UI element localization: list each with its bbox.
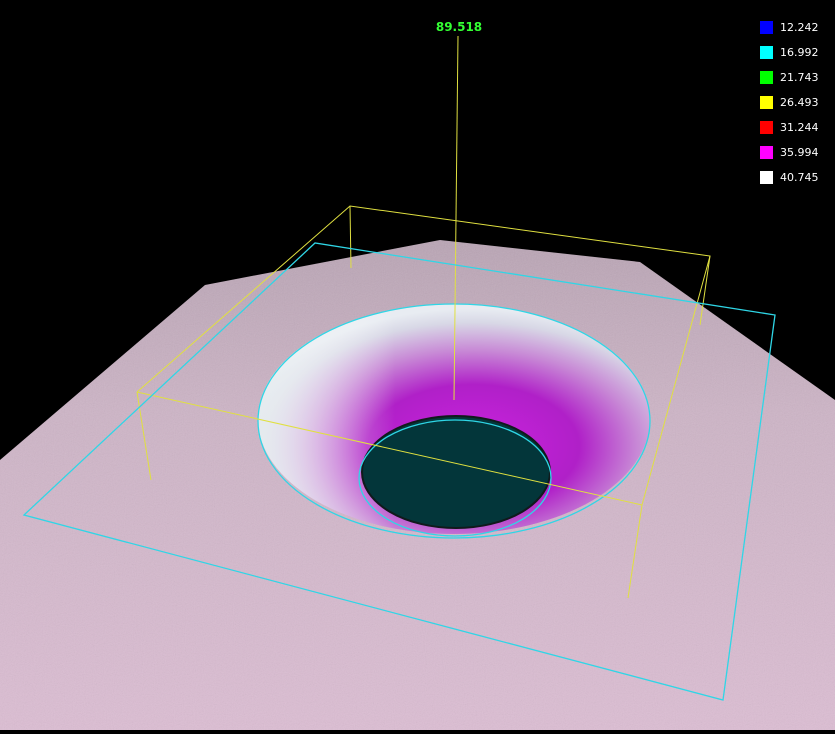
legend-label: 26.493 [780, 96, 819, 109]
legend-label: 16.992 [780, 46, 819, 59]
color-scale-legend: 12.242 16.992 21.743 26.493 31.244 35.99… [760, 20, 830, 195]
legend-swatch [760, 96, 773, 109]
legend-swatch [760, 21, 773, 34]
legend-item: 35.994 [760, 145, 830, 170]
legend-swatch [760, 71, 773, 84]
legend-item: 40.745 [760, 170, 830, 195]
3d-surface-viewport[interactable]: 89.518 12.242 16.992 21.743 26.493 31.24… [0, 0, 835, 730]
legend-swatch [760, 121, 773, 134]
legend-item: 16.992 [760, 45, 830, 70]
legend-item: 31.244 [760, 120, 830, 145]
legend-item: 26.493 [760, 95, 830, 120]
legend-item: 21.743 [760, 70, 830, 95]
legend-label: 21.743 [780, 71, 819, 84]
legend-item: 12.242 [760, 20, 830, 45]
legend-label: 31.244 [780, 121, 819, 134]
legend-swatch [760, 46, 773, 59]
legend-label: 12.242 [780, 21, 819, 34]
legend-swatch [760, 146, 773, 159]
3d-surface-render[interactable] [0, 0, 835, 730]
legend-label: 40.745 [780, 171, 819, 184]
legend-swatch [760, 171, 773, 184]
legend-label: 35.994 [780, 146, 819, 159]
peak-height-label: 89.518 [435, 20, 483, 34]
